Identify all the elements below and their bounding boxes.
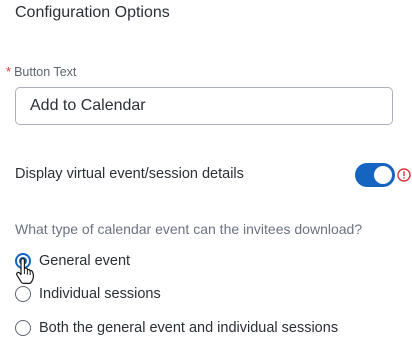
- required-marker: *: [6, 64, 12, 79]
- button-text-input[interactable]: [15, 87, 393, 125]
- radio-button-unchecked[interactable]: [15, 320, 31, 336]
- radio-button-unchecked[interactable]: [15, 286, 31, 302]
- radio-option-general-event[interactable]: General event: [15, 253, 130, 269]
- radio-button-checked[interactable]: [15, 253, 31, 269]
- radio-label-general-event: General event: [39, 253, 131, 269]
- button-text-label-text: Button Text: [14, 64, 77, 79]
- radio-label-individual-sessions: Individual sessions: [39, 286, 161, 302]
- calendar-type-question: What type of calendar event can the invi…: [15, 221, 363, 237]
- section-title: Configuration Options: [15, 4, 170, 21]
- exclamation-circle-icon: [397, 168, 411, 182]
- radio-option-individual-sessions[interactable]: Individual sessions: [15, 286, 161, 302]
- virtual-details-toggle[interactable]: [355, 163, 395, 187]
- toggle-knob: [374, 166, 392, 184]
- radio-label-both: Both the general event and individual se…: [39, 320, 339, 336]
- radio-option-both[interactable]: Both the general event and individual se…: [15, 320, 338, 336]
- button-text-label: * Button Text: [6, 64, 76, 79]
- virtual-details-label: Display virtual event/session details: [15, 166, 244, 182]
